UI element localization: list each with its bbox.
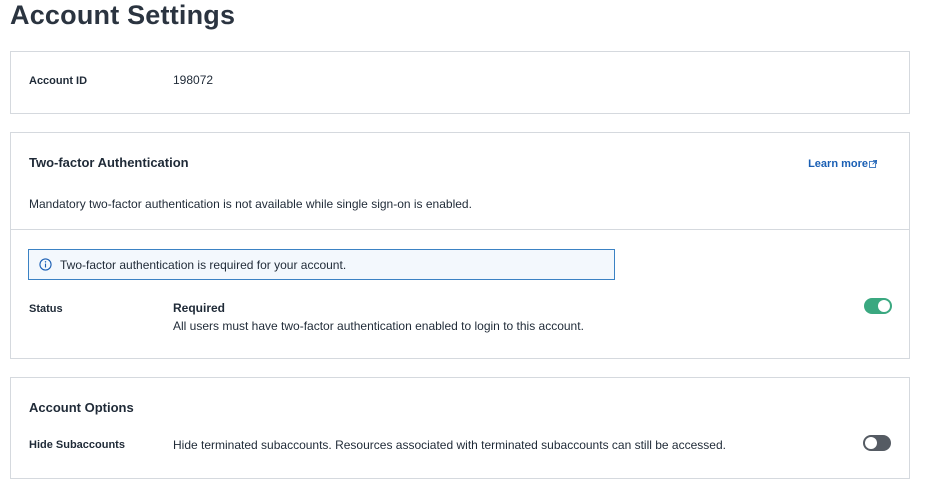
learn-more-link[interactable]: Learn more [808,158,877,170]
hide-subaccounts-toggle[interactable] [863,435,891,451]
info-circle-icon [39,258,52,271]
status-value: Required [173,301,226,315]
account-options-heading: Account Options [29,400,134,415]
two-factor-card: Two-factor Authentication Learn more Man… [10,132,910,359]
two-factor-toggle[interactable] [864,298,892,314]
external-link-icon [869,160,877,168]
info-banner-text: Two-factor authentication is required fo… [60,257,347,272]
status-label: Status [29,303,63,315]
hide-subaccounts-description: Hide terminated subaccounts. Resources a… [173,438,726,452]
page-title: Account Settings [10,0,236,30]
section-divider [11,229,909,230]
status-description: All users must have two-factor authentic… [173,319,584,333]
toggle-knob [878,300,890,312]
two-factor-description: Mandatory two-factor authentication is n… [29,197,472,211]
info-banner: Two-factor authentication is required fo… [28,249,615,280]
account-options-card: Account Options Hide Subaccounts Hide te… [10,377,910,479]
account-id-label: Account ID [29,75,88,87]
toggle-knob [865,437,877,449]
learn-more-label: Learn more [808,158,868,170]
account-id-value: 198072 [173,73,214,87]
two-factor-heading: Two-factor Authentication [29,155,189,170]
account-id-card: Account ID 198072 [10,51,910,114]
hide-subaccounts-label: Hide Subaccounts [29,439,125,451]
